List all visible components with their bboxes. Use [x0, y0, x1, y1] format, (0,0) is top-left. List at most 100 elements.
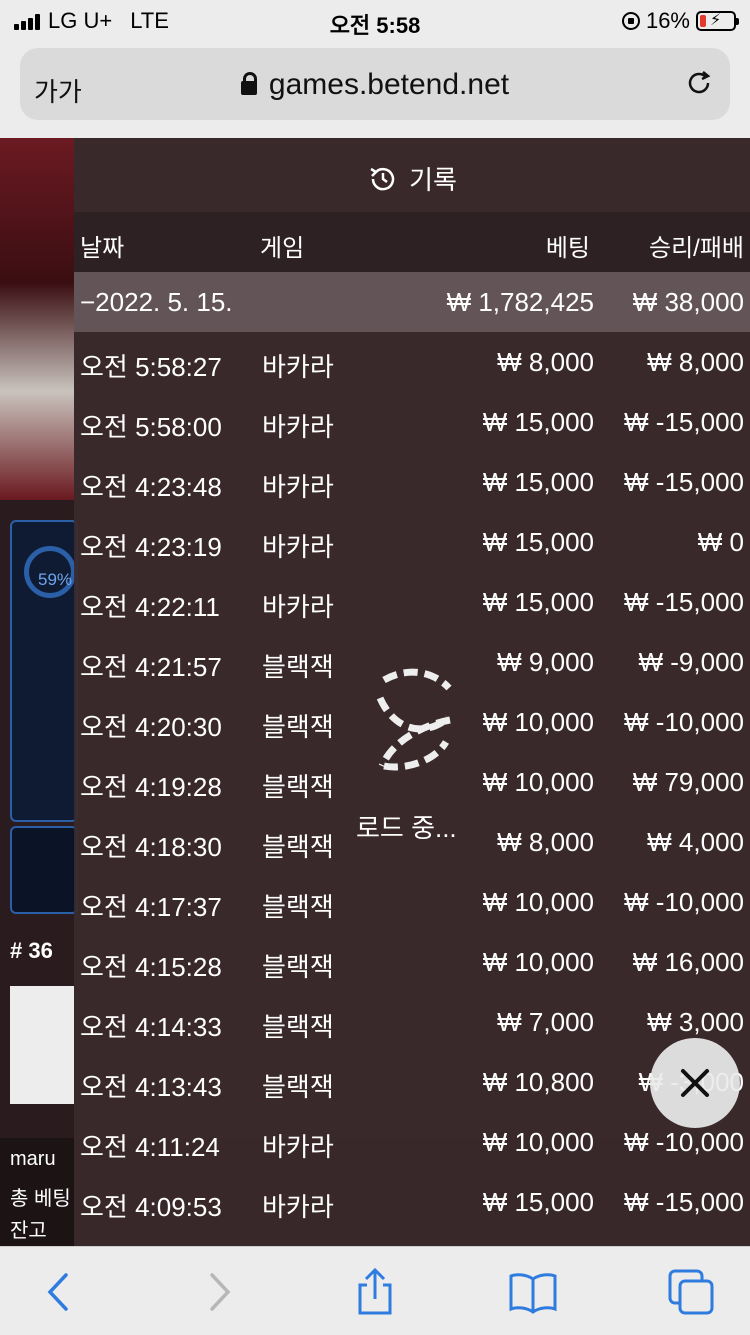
row-game: 바카라	[262, 1132, 334, 1162]
game-card[interactable]: 59%	[10, 520, 78, 822]
history-row[interactable]: 오전 4:15:28 블랙잭 ₩ 10,000 ₩ 16,000	[74, 932, 750, 992]
share-icon[interactable]	[350, 1267, 400, 1317]
row-bet: ₩ 10,000	[482, 707, 594, 737]
row-time: 오전 4:23:19	[80, 532, 222, 562]
row-time: 오전 4:19:28	[80, 772, 222, 802]
row-bet: ₩ 10,000	[482, 767, 594, 797]
history-row[interactable]: 오전 4:09:53 바카라 ₩ 15,000 ₩ -15,000	[74, 1172, 750, 1232]
row-bet: ₩ 10,000	[482, 947, 594, 977]
lock-icon	[240, 72, 257, 95]
date-group-date: −2022. 5. 15.	[80, 287, 233, 317]
row-bet: ₩ 9,000	[497, 647, 594, 677]
row-game: 블랙잭	[262, 712, 334, 742]
history-row[interactable]: 오전 4:22:11 바카라 ₩ 15,000 ₩ -15,000	[74, 572, 750, 632]
row-time: 오전 5:58:27	[80, 352, 222, 382]
history-panel: 기록 날짜 게임 베팅 승리/패배 −2022. 5. 15. ₩ 1,782,…	[74, 138, 750, 1246]
history-row[interactable]: 오전 4:17:37 블랙잭 ₩ 10,000 ₩ -10,000	[74, 872, 750, 932]
history-row[interactable]: 오전 5:58:00 바카라 ₩ 15,000 ₩ -15,000	[74, 392, 750, 452]
row-bet: ₩ 15,000	[482, 407, 594, 437]
row-result: ₩ 3,000	[647, 1007, 744, 1037]
loading-text: 로드 중...	[356, 813, 457, 843]
row-game: 블랙잭	[262, 832, 334, 862]
loading-spinner-icon	[376, 668, 452, 771]
battery-icon: ⚡	[696, 11, 739, 31]
row-bet: ₩ 15,000	[482, 587, 594, 617]
row-bet: ₩ 10,000	[482, 887, 594, 917]
row-time: 오전 4:18:30	[80, 832, 222, 862]
row-result: ₩ -15,000	[624, 1187, 744, 1217]
row-bet: ₩ 8,000	[497, 827, 594, 857]
row-game: 바카라	[262, 592, 334, 622]
url-text: games.betend.net	[268, 68, 510, 101]
forward-chevron-icon[interactable]	[194, 1267, 244, 1317]
row-result: ₩ -9,000	[638, 647, 745, 677]
row-result: ₩ 0	[697, 527, 744, 557]
tabs-icon[interactable]	[666, 1267, 716, 1317]
history-title: 기록	[409, 165, 457, 195]
row-result: ₩ -15,000	[624, 407, 744, 437]
row-game: 바카라	[262, 352, 334, 382]
row-bet: ₩ 8,000	[497, 347, 594, 377]
battery-percent: 16%	[645, 8, 690, 33]
row-bet: ₩ 7,000	[497, 1007, 594, 1037]
column-game: 게임	[260, 235, 305, 262]
row-game: 블랙잭	[262, 1072, 334, 1102]
row-game: 바카라	[262, 412, 334, 442]
row-result: ₩ -10,000	[624, 1127, 744, 1157]
row-bet: ₩ 15,000	[482, 467, 594, 497]
url-display[interactable]: games.betend.net	[20, 68, 730, 102]
row-time: 오전 4:20:30	[80, 712, 222, 742]
row-game: 블랙잭	[262, 892, 334, 922]
table-thumbnail[interactable]	[10, 986, 74, 1104]
history-column-headers: 날짜 게임 베팅 승리/패배	[74, 212, 750, 272]
date-group-result: ₩ 38,000	[632, 287, 744, 317]
row-time: 오전 4:15:28	[80, 952, 222, 982]
row-time: 오전 4:09:53	[80, 1192, 222, 1222]
history-header: 기록	[74, 138, 750, 212]
balance-label: 잔고	[10, 1220, 47, 1242]
row-result: ₩ 16,000	[632, 947, 744, 977]
row-time: 오전 4:11:24	[80, 1132, 220, 1162]
date-group-bet: ₩ 1,782,425	[446, 287, 594, 317]
row-time: 오전 4:21:57	[80, 652, 222, 682]
row-bet: ₩ 15,000	[482, 1187, 594, 1217]
row-game: 블랙잭	[262, 772, 334, 802]
orientation-lock-icon	[621, 12, 640, 30]
history-row[interactable]: 오전 4:23:48 바카라 ₩ 15,000 ₩ -15,000	[74, 452, 750, 512]
reload-icon[interactable]	[684, 68, 714, 98]
history-row[interactable]: 오전 4:13:43블랙잭₩ 10,800₩ -3,000	[74, 1052, 750, 1112]
row-result: ₩ 79,000	[632, 767, 744, 797]
row-game: 블랙잭	[262, 1012, 334, 1042]
row-time: 오전 4:14:33	[80, 1012, 222, 1042]
total-bet-label: 총 베팅	[10, 1188, 71, 1210]
history-row[interactable]: 오전 5:58:27 바카라 ₩ 8,000 ₩ 8,000	[74, 332, 750, 392]
row-result: ₩ 4,000	[647, 827, 744, 857]
row-result: ₩ 8,000	[647, 347, 744, 377]
column-date: 날짜	[80, 235, 125, 262]
game-card-secondary[interactable]	[10, 826, 78, 914]
row-time: 오전 4:13:43	[80, 1072, 222, 1102]
close-icon[interactable]	[650, 1038, 740, 1128]
row-game: 블랙잭	[262, 952, 334, 982]
book-icon[interactable]	[508, 1267, 558, 1317]
column-result: 승리/패배	[649, 235, 744, 262]
row-result: ₩ -10,000	[624, 707, 744, 737]
row-bet: ₩ 10,000	[482, 1127, 594, 1157]
row-game: 바카라	[262, 532, 334, 562]
row-time: 오전 4:22:11	[80, 592, 220, 622]
history-row[interactable]: 오전 4:23:19 바카라 ₩ 15,000 ₩ 0	[74, 512, 750, 572]
table-number: # 36	[10, 938, 53, 963]
battery-info: 16% ⚡	[621, 8, 739, 34]
row-result: ₩ -15,000	[624, 467, 744, 497]
date-group-row[interactable]: −2022. 5. 15. ₩ 1,782,425 ₩ 38,000	[74, 272, 750, 332]
live-dealer-video	[0, 138, 74, 500]
row-game: 바카라	[262, 1192, 334, 1222]
history-row[interactable]: 오전 4:11:24 바카라 ₩ 10,000 ₩ -10,000	[74, 1112, 750, 1172]
address-bar[interactable]: 가가 games.betend.net	[20, 48, 730, 120]
row-bet: ₩ 10,800	[482, 1067, 594, 1097]
history-row[interactable]: 오전 4:14:33 블랙잭 ₩ 7,000 ₩ 3,000	[74, 992, 750, 1052]
player-name: maru	[10, 1148, 56, 1170]
row-result: ₩ -15,000	[624, 587, 744, 617]
back-chevron-icon[interactable]	[34, 1267, 84, 1317]
row-time: 오전 4:23:48	[80, 472, 222, 502]
